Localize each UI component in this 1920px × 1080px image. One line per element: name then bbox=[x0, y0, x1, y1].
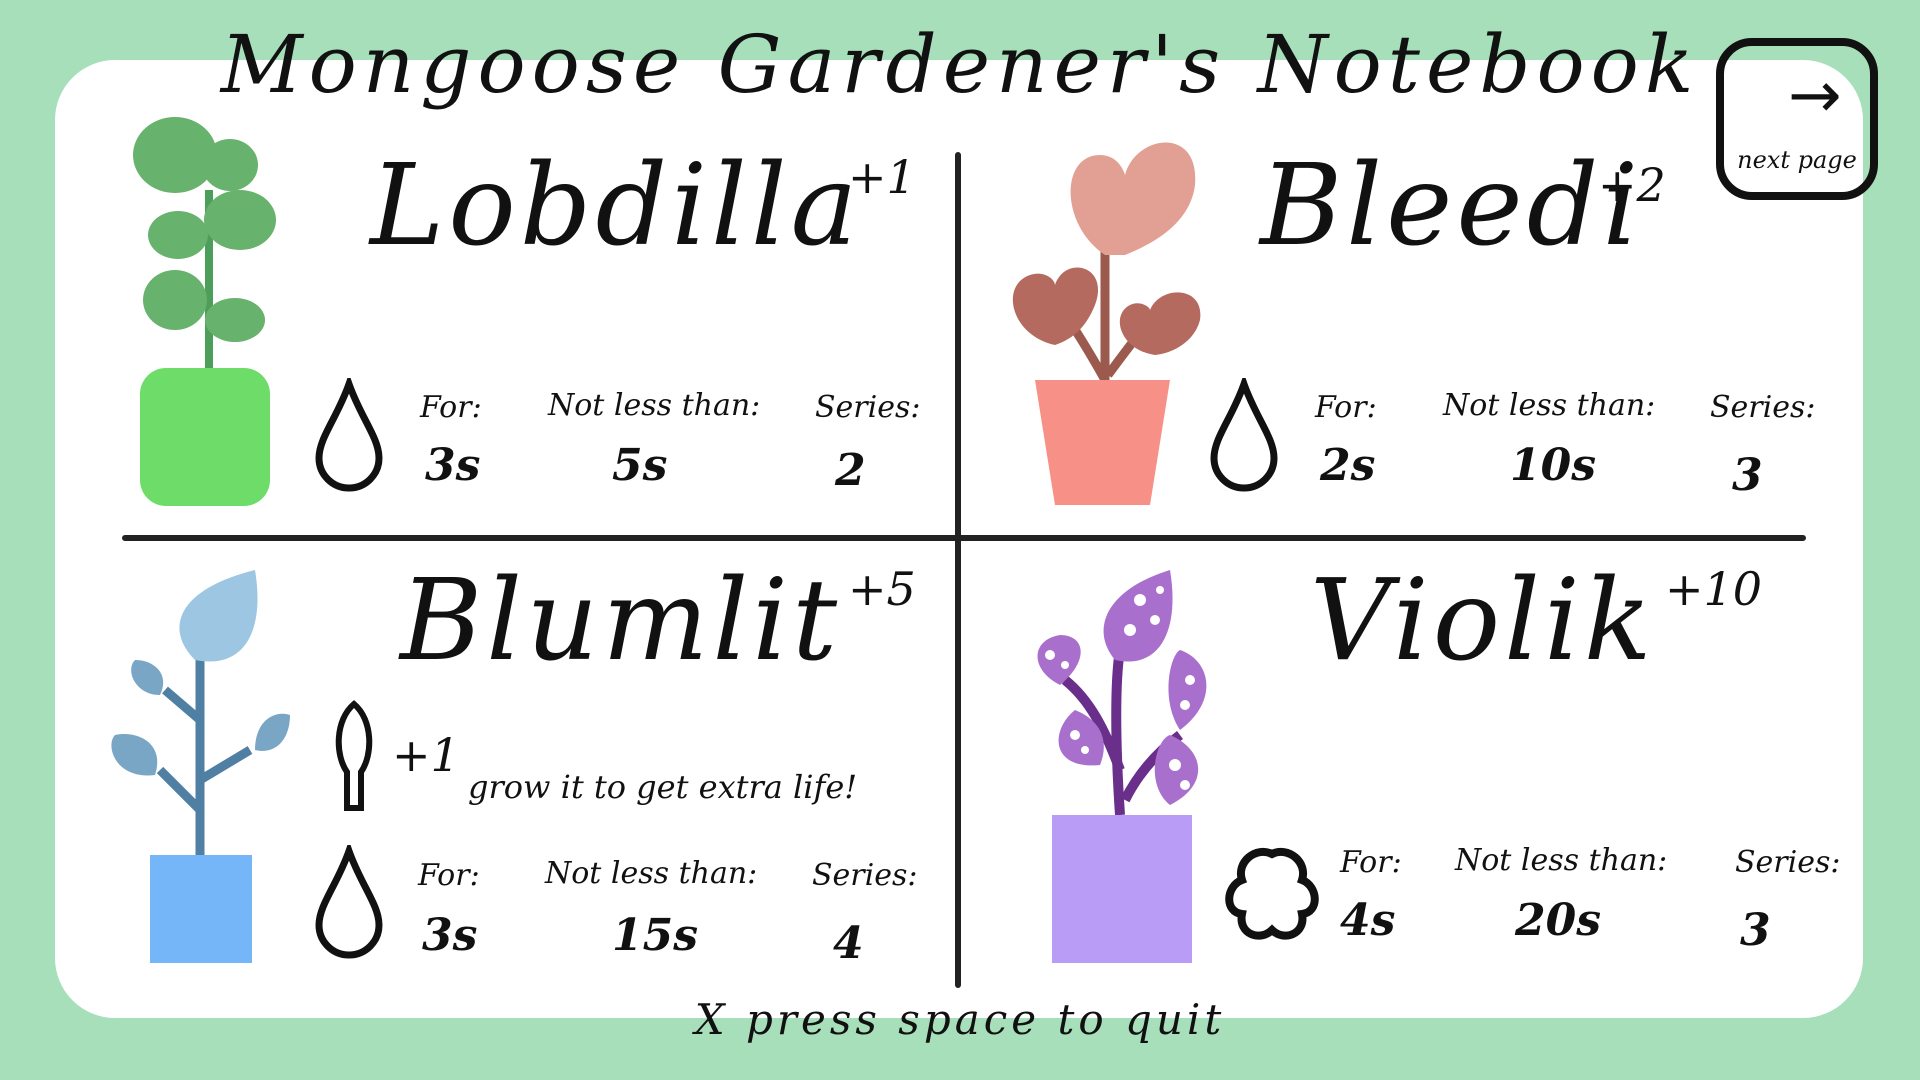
min-label: Not less than: bbox=[548, 388, 761, 423]
arrow-right-icon: → bbox=[1788, 59, 1842, 133]
series-label: Series: bbox=[812, 858, 918, 893]
drop-icon bbox=[315, 845, 383, 959]
series-label: Series: bbox=[815, 390, 921, 425]
for-value: 2s bbox=[1320, 440, 1376, 491]
lobdilla-plant-icon bbox=[133, 117, 276, 506]
min-value: 10s bbox=[1510, 440, 1597, 491]
for-label: For: bbox=[420, 390, 482, 425]
drop-icon bbox=[315, 378, 383, 492]
flower-ring-icon bbox=[1225, 848, 1319, 940]
plant-bonus: +1 bbox=[848, 150, 916, 204]
blumlit-plant-icon bbox=[111, 570, 290, 963]
next-page-button[interactable]: → next page bbox=[1716, 38, 1878, 200]
for-label: For: bbox=[1315, 390, 1377, 425]
page-title: Mongoose Gardener's Notebook bbox=[220, 18, 1700, 111]
min-value: 15s bbox=[612, 910, 699, 961]
drop-icon bbox=[1210, 378, 1278, 492]
trowel-icon bbox=[335, 700, 373, 811]
for-label: For: bbox=[1340, 845, 1402, 880]
series-value: 4 bbox=[833, 918, 864, 969]
vertical-divider bbox=[955, 152, 961, 988]
plant-bonus: +10 bbox=[1665, 562, 1763, 616]
series-value: 3 bbox=[1740, 905, 1771, 956]
min-label: Not less than: bbox=[1443, 388, 1656, 423]
plant-name: Violik bbox=[1310, 556, 1656, 686]
plant-bonus: +5 bbox=[848, 562, 916, 616]
extra-life-value: +1 bbox=[392, 728, 460, 782]
extra-life-text: grow it to get extra life! bbox=[468, 768, 858, 806]
for-value: 3s bbox=[422, 910, 478, 961]
quit-hint: X press space to quit bbox=[694, 995, 1226, 1044]
series-label: Series: bbox=[1735, 845, 1841, 880]
series-value: 2 bbox=[835, 445, 866, 496]
bleedi-plant-icon bbox=[1012, 142, 1201, 505]
plant-bonus: +2 bbox=[1598, 158, 1666, 212]
min-value: 20s bbox=[1515, 895, 1602, 946]
min-value: 5s bbox=[612, 440, 668, 491]
min-label: Not less than: bbox=[1455, 843, 1668, 878]
next-page-label: next page bbox=[1737, 146, 1857, 174]
violik-plant-icon bbox=[1037, 570, 1207, 963]
series-value: 3 bbox=[1732, 450, 1763, 501]
horizontal-divider bbox=[122, 535, 1806, 541]
for-value: 4s bbox=[1340, 895, 1396, 946]
plant-name: Bleedi bbox=[1260, 141, 1643, 271]
for-value: 3s bbox=[425, 440, 481, 491]
plant-name: Blumlit bbox=[400, 556, 842, 686]
min-label: Not less than: bbox=[545, 856, 758, 891]
for-label: For: bbox=[418, 858, 480, 893]
plant-name: Lobdilla bbox=[370, 141, 862, 271]
series-label: Series: bbox=[1710, 390, 1816, 425]
